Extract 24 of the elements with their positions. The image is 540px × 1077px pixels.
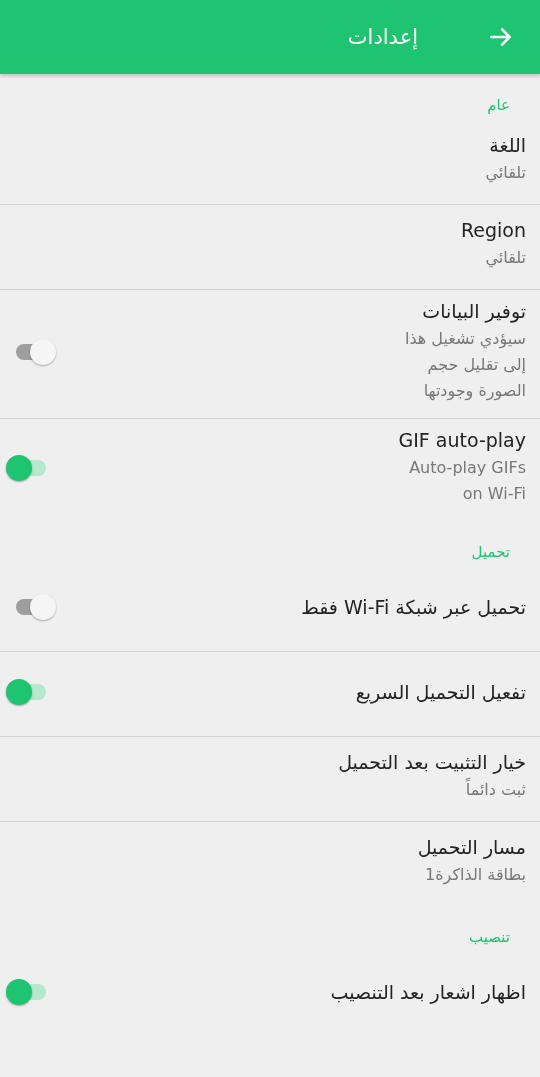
setting-summary: Auto-play GIFs on Wi-Fi bbox=[408, 457, 526, 505]
setting-title[interactable]: تحميل عبر شبكة Wi-Fi فقط bbox=[301, 596, 526, 618]
setting-summary: سيؤدي تشغيل هذا إلى تقليل حجم الصورة وجودتها bbox=[404, 328, 526, 403]
setting-summary: بطاقة الذاكرة1 bbox=[424, 864, 526, 887]
setting-summary: ثبت دائماً bbox=[464, 777, 526, 801]
screen-title: إعدادات bbox=[347, 25, 418, 49]
toggle-switch[interactable] bbox=[4, 453, 48, 483]
toggle-switch[interactable] bbox=[4, 977, 48, 1007]
setting-summary: تلقائي bbox=[484, 247, 526, 270]
toggle-switch[interactable] bbox=[4, 677, 48, 707]
setting-title[interactable]: مسار التحميل bbox=[417, 836, 526, 858]
setting-title[interactable]: GIF auto-play bbox=[398, 429, 526, 451]
setting-title[interactable]: اظهار اشعار بعد التنصيب bbox=[330, 981, 526, 1003]
toggle-switch[interactable] bbox=[14, 592, 58, 622]
setting-title[interactable]: توفير البيانات bbox=[401, 300, 526, 322]
section-header: عام bbox=[486, 95, 511, 116]
section-header: تنصيب bbox=[468, 927, 511, 948]
setting-title[interactable]: خيار التثبيت بعد التحميل bbox=[338, 751, 526, 773]
section-header: تحميل bbox=[470, 542, 511, 563]
setting-title[interactable]: تفعيل التحميل السريع bbox=[355, 681, 526, 703]
setting-title[interactable]: Region bbox=[460, 219, 526, 241]
setting-title[interactable]: اللغة bbox=[485, 134, 526, 156]
setting-summary: تلقائي bbox=[485, 162, 526, 185]
toggle-switch[interactable] bbox=[14, 337, 58, 367]
